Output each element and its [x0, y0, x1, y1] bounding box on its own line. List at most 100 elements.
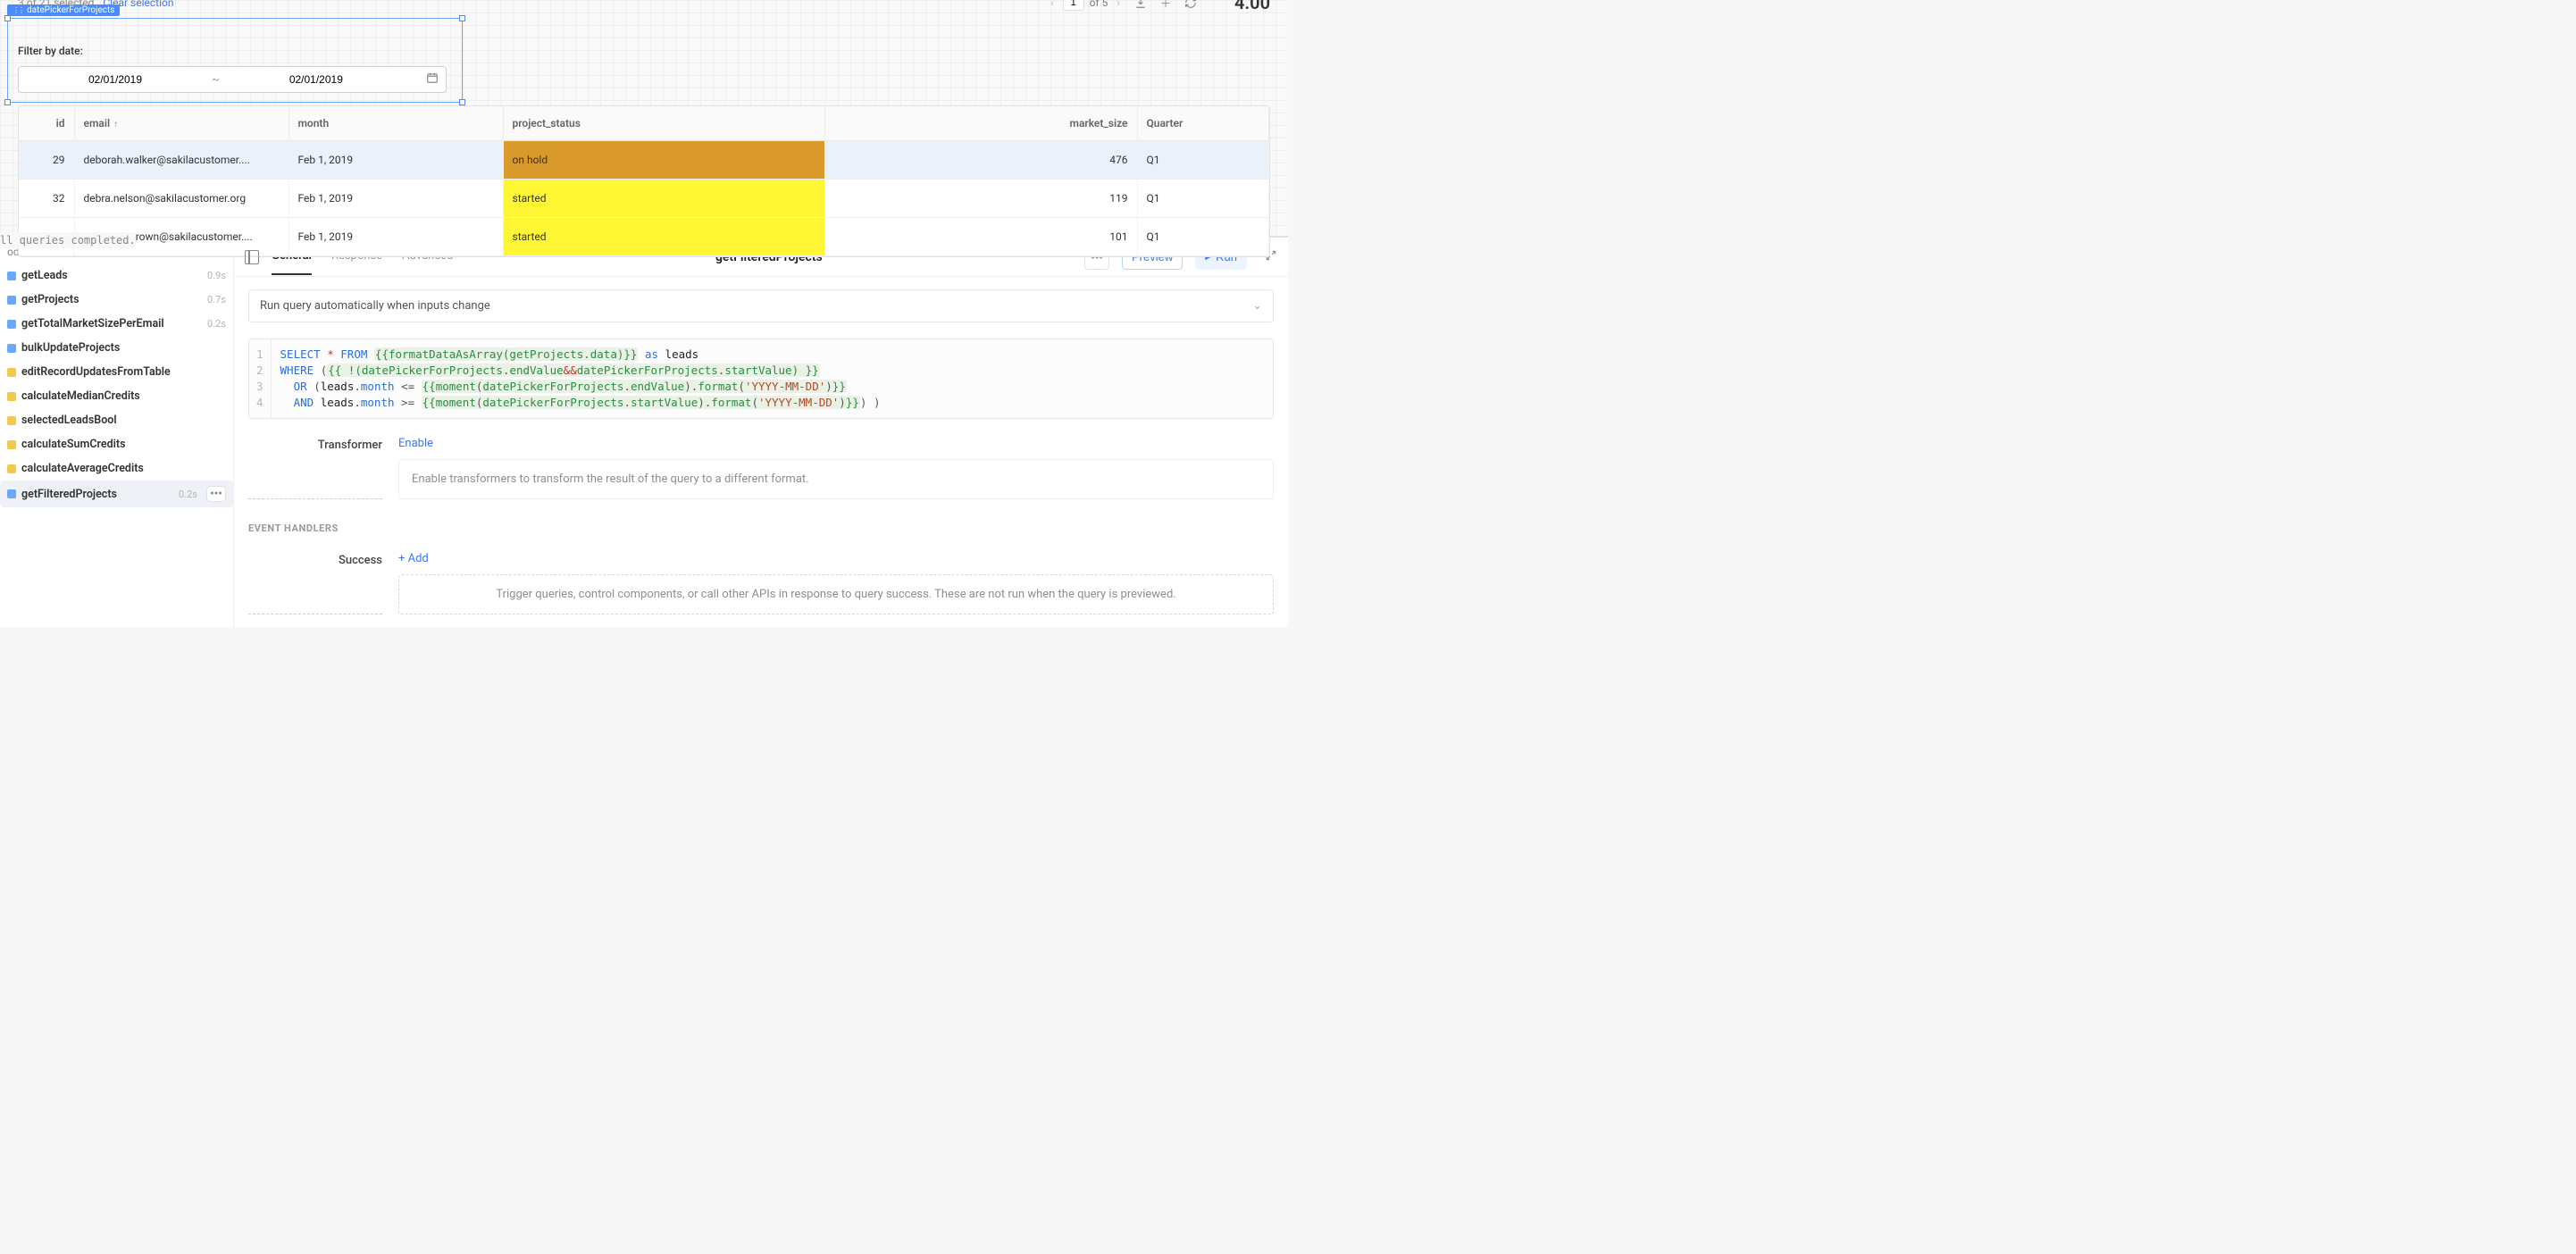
query-item-more-icon[interactable]: •••: [206, 486, 226, 502]
event-handlers-heading: EVENT HANDLERS: [248, 522, 1274, 534]
query-item-name: getLeads: [21, 269, 68, 282]
col-id[interactable]: id: [19, 106, 74, 141]
cell-market-size: 101: [824, 218, 1137, 256]
cell-id: 32: [19, 180, 74, 218]
cell-email: debra.nelson@sakilacustomer.org: [74, 180, 289, 218]
sort-asc-icon: ↑: [113, 120, 118, 130]
cell-market-size: 119: [824, 180, 1137, 218]
query-list-item[interactable]: bulkUpdateProjects: [0, 336, 233, 360]
resize-handle-sw[interactable]: [4, 99, 11, 105]
query-item-time: 0.2s: [207, 318, 226, 330]
cell-quarter: Q1: [1137, 180, 1269, 218]
date-end-input[interactable]: [227, 73, 406, 86]
chevron-down-icon: ⌄: [1252, 299, 1262, 313]
query-list-item[interactable]: getTotalMarketSizePerEmail 0.2s: [0, 312, 233, 336]
table-row[interactable]: 29deborah.walker@sakilacustomer....Feb 1…: [19, 141, 1269, 180]
transformer-hint: Enable transformers to transform the res…: [398, 459, 1274, 499]
date-range-separator: ~: [205, 73, 227, 87]
transformer-enable-link[interactable]: Enable: [398, 437, 433, 450]
cell-month: Feb 1, 2019: [289, 141, 503, 180]
col-market-size[interactable]: market_size: [824, 106, 1137, 141]
transformer-label: Transformer: [248, 437, 382, 499]
pager-of-label: of 5: [1090, 0, 1108, 9]
query-item-name: selectedLeadsBool: [21, 414, 117, 427]
query-item-time: 0.7s: [207, 294, 226, 305]
add-row-icon[interactable]: ＋: [1158, 0, 1174, 11]
query-kind-icon: [7, 320, 16, 329]
resize-handle-ne[interactable]: [459, 15, 465, 21]
cell-month: Feb 1, 2019: [289, 180, 503, 218]
component-tag[interactable]: datePickerForProjects: [7, 4, 120, 16]
status-line: ll queries completed.: [0, 232, 136, 248]
sql-editor[interactable]: 1234 SELECT * FROM {{formatDataAsArray(g…: [248, 339, 1274, 419]
toggle-sidebar-icon[interactable]: [245, 250, 259, 264]
editor-panel: ode ＋ getLeads0.9sgetProjects0.7sgetTota…: [0, 237, 1288, 627]
query-list-item[interactable]: editRecordUpdatesFromTable: [0, 360, 233, 384]
resize-handle-nw[interactable]: [4, 15, 11, 21]
query-kind-icon: [7, 392, 16, 401]
query-list-item[interactable]: getLeads 0.9s: [0, 263, 233, 288]
cell-quarter: Q1: [1137, 218, 1269, 256]
projects-table: id email↑ month project_status market_si…: [18, 105, 1270, 257]
query-item-name: editRecordUpdatesFromTable: [21, 365, 171, 379]
query-item-name: calculateAverageCredits: [21, 462, 144, 475]
query-kind-icon: [7, 272, 16, 280]
table-toolbar: 3 of 21 selected Clear selection ‹ of 5 …: [18, 0, 1270, 9]
calendar-icon[interactable]: [426, 71, 439, 88]
event-handlers-hint: Trigger queries, control components, or …: [398, 574, 1274, 614]
query-list-item[interactable]: getFilteredProjects 0.2s •••: [0, 481, 233, 507]
resize-handle-se[interactable]: [459, 99, 465, 105]
query-item-name: calculateMedianCredits: [21, 389, 140, 403]
query-kind-icon: [7, 368, 16, 377]
pager-prev-icon[interactable]: ‹: [1047, 0, 1058, 9]
col-quarter[interactable]: Quarter: [1137, 106, 1269, 141]
query-kind-icon: [7, 296, 16, 305]
table-row[interactable]: 32debra.nelson@sakilacustomer.orgFeb 1, …: [19, 180, 1269, 218]
table-header-row: id email↑ month project_status market_si…: [19, 106, 1269, 141]
date-start-input[interactable]: [26, 73, 205, 86]
query-list-item[interactable]: calculateMedianCredits: [0, 384, 233, 408]
query-list-item[interactable]: calculateSumCredits: [0, 432, 233, 456]
query-kind-icon: [7, 344, 16, 353]
col-project-status[interactable]: project_status: [503, 106, 824, 141]
query-editor: General Response Advanced getFilteredPro…: [234, 238, 1288, 627]
cell-email: deborah.walker@sakilacustomer....: [74, 141, 289, 180]
col-month[interactable]: month: [289, 106, 503, 141]
component-tag-label: datePickerForProjects: [27, 5, 114, 15]
query-item-name: getTotalMarketSizePerEmail: [21, 317, 164, 330]
query-list-item[interactable]: calculateAverageCredits: [0, 456, 233, 481]
success-label: Success: [248, 552, 382, 614]
cell-project-status: started: [503, 180, 824, 218]
cell-project-status: started: [503, 218, 824, 256]
metric-value: 4.00: [1208, 0, 1270, 13]
query-kind-icon: [7, 489, 16, 498]
canvas-area: 3 of 21 selected Clear selection ‹ of 5 …: [0, 0, 1288, 237]
add-handler-link[interactable]: + Add: [398, 552, 429, 565]
query-item-time: 0.9s: [207, 270, 226, 281]
query-list: ode ＋ getLeads0.9sgetProjects0.7sgetTota…: [0, 238, 234, 627]
table-row[interactable]: 22elizabeth.brown@sakilacustomer....Feb …: [19, 218, 1269, 256]
query-item-time: 0.2s: [179, 489, 197, 500]
query-kind-icon: [7, 416, 16, 425]
pager-next-icon[interactable]: ›: [1113, 0, 1124, 9]
query-item-name: getProjects: [21, 293, 79, 306]
query-item-name: calculateSumCredits: [21, 438, 126, 451]
col-email[interactable]: email↑: [74, 106, 289, 141]
cell-id: 29: [19, 141, 74, 180]
date-picker-component: Filter by date: ~: [18, 45, 447, 93]
run-trigger-label: Run query automatically when inputs chan…: [260, 299, 490, 313]
query-kind-icon: [7, 464, 16, 473]
col-email-label: email: [84, 117, 111, 130]
code-gutter: 1234: [249, 339, 272, 418]
query-list-item[interactable]: selectedLeadsBool: [0, 408, 233, 432]
cell-market-size: 476: [824, 141, 1137, 180]
date-range-input[interactable]: ~: [18, 66, 447, 93]
code-content[interactable]: SELECT * FROM {{formatDataAsArray(getPro…: [272, 339, 890, 418]
pager-page-input[interactable]: [1063, 0, 1084, 11]
run-trigger-select[interactable]: Run query automatically when inputs chan…: [248, 289, 1274, 322]
pager: ‹ of 5 ›: [1047, 0, 1124, 11]
download-icon[interactable]: [1133, 0, 1149, 11]
query-list-item[interactable]: getProjects 0.7s: [0, 288, 233, 312]
refresh-icon[interactable]: [1183, 0, 1199, 11]
query-item-name: getFilteredProjects: [21, 488, 117, 501]
